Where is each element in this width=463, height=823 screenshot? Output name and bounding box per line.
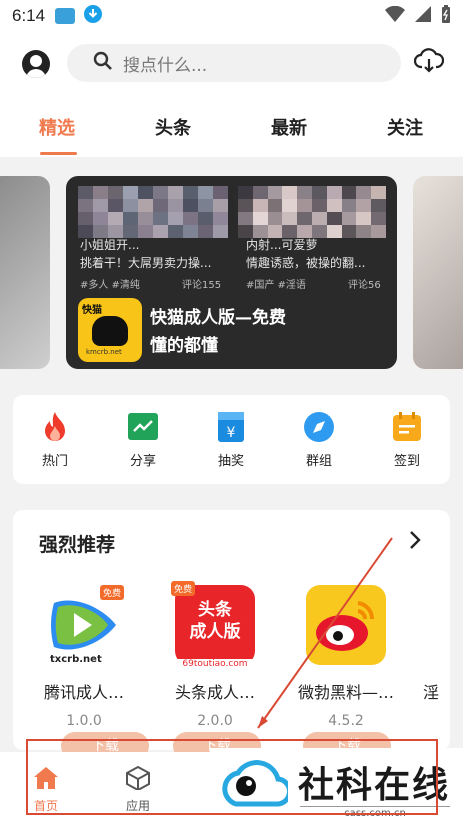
tencent-video-app-icon: 免费 txcrb.net — [44, 585, 124, 665]
blurred-thumbnail-left — [78, 186, 228, 238]
banner-caption-right: 内射...可爱萝 情趣诱惑，被操的翻... — [246, 238, 366, 270]
signal-icon — [415, 6, 431, 26]
recommend-panel: 强烈推荐 免费 txcrb.net 腾讯成人… 1.0.0 头条 成人版 免费 … — [13, 510, 450, 760]
banner-card-next[interactable] — [413, 176, 463, 369]
watermark: 社科在线 cass.com.cn — [210, 748, 463, 823]
battery-icon — [441, 5, 451, 27]
app-logo-text: 头条 成人版 — [189, 600, 241, 642]
banner-carousel: 小姐姐开... 挑着干！大屌男卖力操... #多人 #清纯 评论155 内射..… — [0, 176, 463, 369]
svg-text:¥: ¥ — [227, 425, 236, 441]
app-name: 淫 — [423, 683, 440, 702]
cloud-download-icon[interactable] — [413, 47, 445, 79]
banner-comments-left: 评论155 — [182, 280, 222, 291]
notification-app-icon — [55, 8, 76, 24]
search-bar[interactable]: 搜点什么... — [67, 44, 401, 82]
quick-links-panel: 热门 分享 ¥ 抽奖 群组 签到 — [13, 395, 450, 484]
nav-label: 首页 — [33, 799, 58, 813]
nav-home[interactable]: 首页 — [16, 766, 76, 814]
status-time: 6:14 — [12, 6, 46, 25]
chevron-right-icon[interactable] — [408, 530, 422, 555]
promo-title: 快猫成人版—免费 懂的都懂 — [150, 304, 286, 360]
app-card-tencent[interactable]: 免费 txcrb.net 腾讯成人… 1.0.0 — [34, 585, 134, 729]
app-name: 腾讯成人… — [43, 683, 124, 702]
calendar-checkin-icon — [393, 412, 421, 441]
wifi-icon — [385, 5, 405, 26]
status-bar: 6:14 — [0, 0, 463, 32]
app-url: 69toutiao.com — [175, 659, 255, 669]
partial-app-icon — [423, 585, 450, 665]
watermark-url: cass.com.cn — [300, 806, 450, 819]
user-avatar-icon[interactable] — [22, 50, 50, 78]
tab-headlines[interactable]: 头条 — [155, 114, 191, 140]
quick-link-label: 群组 — [305, 454, 332, 469]
quick-link-hot[interactable]: 热门 — [25, 410, 85, 469]
active-tab-indicator — [40, 152, 77, 155]
quick-link-share[interactable]: 分享 — [113, 410, 173, 469]
promo-logo-text: 快猫 — [82, 305, 102, 316]
chart-share-icon — [128, 413, 158, 440]
app-name: 头条成人… — [174, 683, 255, 702]
quick-link-lottery[interactable]: ¥ 抽奖 — [201, 410, 261, 469]
blurred-thumbnail-right — [238, 186, 386, 238]
app-version: 1.0.0 — [66, 713, 102, 729]
home-icon — [34, 767, 58, 789]
quick-link-label: 签到 — [393, 454, 420, 469]
banner-comments-right: 评论56 — [348, 280, 381, 291]
cat-icon — [92, 316, 128, 346]
quick-link-label: 抽奖 — [217, 454, 244, 469]
cube-icon — [126, 765, 150, 792]
kuaimao-logo-icon: 快猫 kmcrb.net — [78, 298, 142, 362]
app-version: 2.0.0 — [197, 713, 233, 729]
tab-following[interactable]: 关注 — [387, 114, 423, 140]
banner-card-main[interactable]: 小姐姐开... 挑着干！大屌男卖力操... #多人 #清纯 评论155 内射..… — [66, 176, 397, 369]
banner-tags-right: #国产 #淫语 — [246, 280, 306, 291]
app-card-toutiao[interactable]: 头条 成人版 免费 69toutiao.com 头条成人… 2.0.0 — [165, 581, 265, 729]
toutiao-app-icon: 头条 成人版 免费 69toutiao.com — [171, 581, 255, 669]
download-notification-icon — [83, 4, 103, 28]
free-badge: 免费 — [171, 581, 196, 596]
section-title: 强烈推荐 — [39, 534, 116, 556]
nav-apps[interactable]: 应用 — [108, 765, 168, 814]
tab-latest[interactable]: 最新 — [271, 114, 307, 140]
promo-logo-url: kmcrb.net — [86, 348, 122, 356]
quick-link-groups[interactable]: 群组 — [289, 410, 349, 469]
tab-featured[interactable]: 精选 — [39, 114, 75, 140]
nav-label: 应用 — [125, 799, 150, 813]
header: 搜点什么... 精选 头条 最新 关注 — [0, 32, 463, 157]
watermark-text: 社科在线 — [298, 765, 451, 806]
banner-card-prev[interactable] — [0, 176, 50, 369]
quick-link-label: 热门 — [41, 454, 68, 469]
quick-link-label: 分享 — [129, 454, 156, 469]
search-icon — [93, 51, 113, 75]
category-tabs: 精选 头条 最新 关注 — [0, 114, 463, 157]
flame-icon — [45, 412, 65, 441]
search-input[interactable]: 搜点什么... — [123, 51, 207, 76]
weibo-app-icon — [306, 585, 386, 665]
lottery-icon: ¥ — [218, 412, 244, 442]
banner-tags-left: #多人 #清纯 — [80, 280, 140, 291]
cass-logo-icon — [222, 760, 288, 807]
compass-icon — [304, 412, 334, 442]
free-badge: 免费 — [99, 585, 124, 600]
quick-link-checkin[interactable]: 签到 — [377, 410, 437, 469]
app-card-weibo[interactable]: 微勃黑料—… 4.5.2 — [296, 585, 396, 729]
promo-title-text: 快猫成人版—免费 懂的都懂 — [150, 308, 286, 356]
app-version: 4.5.2 — [328, 713, 364, 729]
banner-caption-left: 小姐姐开... 挑着干！大屌男卖力操... — [80, 238, 212, 270]
app-url: txcrb.net — [50, 654, 102, 665]
app-name: 微勃黑料—… — [297, 683, 394, 702]
app-card-partial[interactable]: 淫 — [423, 585, 450, 703]
